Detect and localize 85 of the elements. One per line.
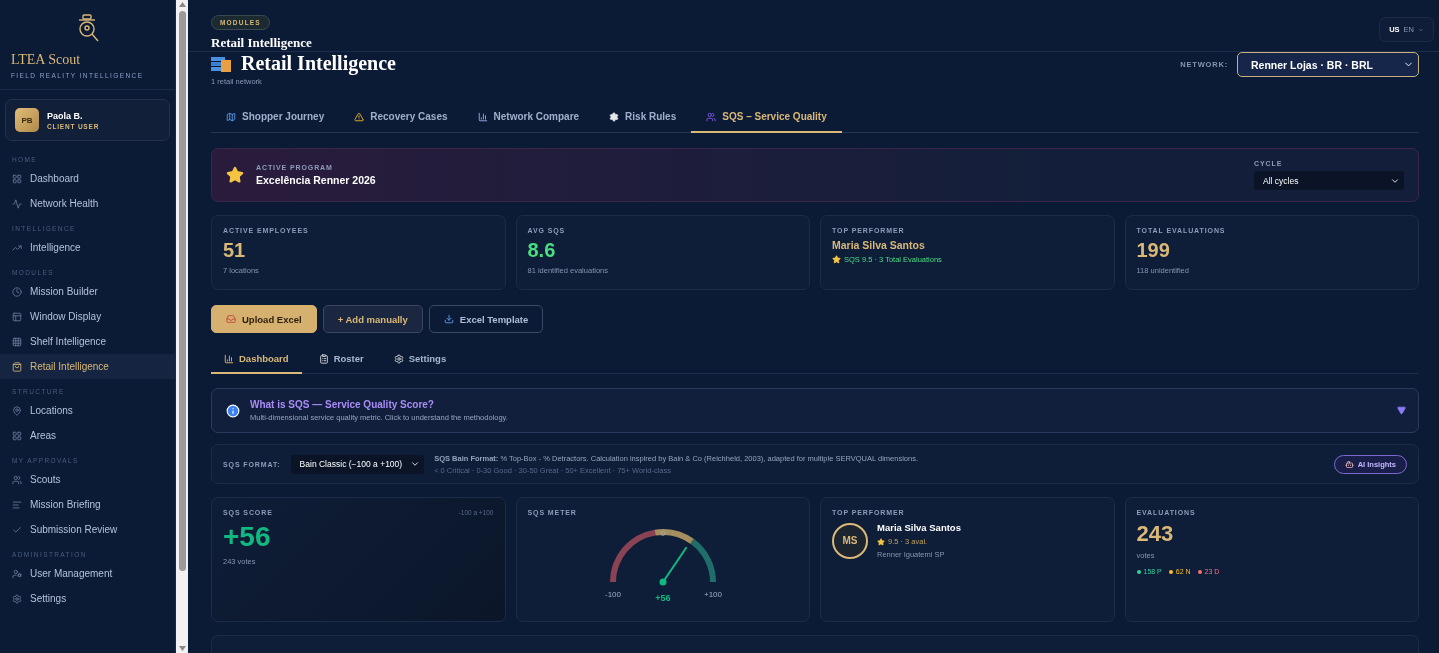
scroll-down-icon bbox=[178, 646, 186, 651]
expand-triangle-icon bbox=[1397, 406, 1406, 415]
star-icon bbox=[832, 255, 841, 264]
tab[interactable]: Shopper Journey bbox=[211, 103, 340, 133]
lines-icon bbox=[12, 499, 22, 510]
gauge-label: +100 bbox=[703, 590, 722, 599]
performer-name: Maria Silva Santos bbox=[877, 522, 961, 533]
people-icon bbox=[706, 111, 717, 122]
books-icon bbox=[211, 54, 233, 73]
user-name: Paola B. bbox=[47, 110, 84, 121]
gauge-label: -100 bbox=[604, 590, 621, 599]
user-avatar: PB bbox=[15, 108, 39, 132]
nav-item[interactable]: Retail Intelligence bbox=[0, 354, 175, 379]
scrollbar[interactable] bbox=[176, 0, 188, 653]
gear-icon bbox=[609, 111, 620, 122]
clipboard-icon bbox=[318, 353, 329, 364]
nav-item[interactable]: Window Display bbox=[0, 304, 175, 329]
performer-avatar: MS bbox=[832, 522, 868, 559]
nav-item[interactable]: Areas bbox=[0, 423, 175, 448]
stat-value: 51 bbox=[223, 239, 247, 262]
format-select[interactable]: Bain Classic (−100 a +100) bbox=[290, 454, 425, 474]
panel-icon bbox=[12, 311, 22, 322]
sub-tab[interactable]: Settings bbox=[380, 347, 460, 374]
tab[interactable]: Network Compare bbox=[462, 103, 595, 133]
info-title: What is SQS — Service Quality Score? bbox=[250, 399, 435, 410]
nav-item[interactable]: User Management bbox=[0, 561, 175, 586]
tab[interactable]: SQS – Service Quality bbox=[691, 103, 842, 133]
star-icon bbox=[877, 537, 885, 546]
gear-icon bbox=[393, 353, 404, 364]
sub-tab[interactable]: Roster bbox=[305, 347, 377, 374]
evaluations-value: 243 bbox=[1136, 521, 1175, 547]
stat-value: 8.6 bbox=[527, 239, 557, 262]
page-title: Retail Intelligence bbox=[211, 52, 396, 75]
tab[interactable]: Recovery Cases bbox=[339, 103, 463, 133]
trend-icon bbox=[12, 242, 22, 253]
robot-icon bbox=[1344, 459, 1354, 469]
bag-icon bbox=[12, 361, 22, 372]
pin-icon bbox=[12, 405, 22, 416]
score-value: +56 bbox=[223, 521, 272, 553]
action-button[interactable]: Upload Excel bbox=[211, 305, 317, 333]
nav-item[interactable]: Mission Builder bbox=[0, 279, 175, 304]
nav-item[interactable]: Network Health bbox=[0, 191, 175, 216]
nav-item[interactable]: Scouts bbox=[0, 467, 175, 492]
grid-icon bbox=[12, 430, 22, 441]
star-icon bbox=[226, 166, 244, 184]
gauge-reading: +56 bbox=[655, 593, 671, 603]
tab[interactable]: Risk Rules bbox=[594, 103, 692, 133]
user-icon bbox=[12, 568, 22, 579]
nav-item[interactable]: Settings bbox=[0, 586, 175, 611]
clock-icon bbox=[12, 286, 22, 297]
action-button[interactable]: + Add manually bbox=[322, 305, 423, 333]
nav-item[interactable]: Locations bbox=[0, 398, 175, 423]
stat-value: 199 bbox=[1136, 239, 1171, 262]
check-icon bbox=[12, 524, 22, 535]
stat-value: Maria Silva Santos bbox=[832, 239, 926, 251]
breadcrumb-title: Retail Intelligence bbox=[211, 35, 312, 51]
bar-chart-icon bbox=[477, 111, 488, 122]
nav-item[interactable]: Submission Review bbox=[0, 517, 175, 542]
settings-icon bbox=[12, 593, 22, 604]
download-icon bbox=[443, 314, 454, 324]
gauge-label: 0 bbox=[660, 529, 665, 538]
caret-icon bbox=[1418, 26, 1424, 33]
cycle-select[interactable]: All cycles bbox=[1254, 171, 1404, 190]
brand-title: LTEA Scout bbox=[11, 52, 82, 68]
nav-item[interactable]: Mission Briefing bbox=[0, 492, 175, 517]
nav-item[interactable]: Dashboard bbox=[0, 166, 175, 191]
info-icon bbox=[226, 403, 240, 418]
warning-icon bbox=[354, 111, 365, 122]
scroll-up-icon bbox=[178, 2, 186, 7]
action-button[interactable]: Excel Template bbox=[428, 305, 544, 333]
program-name: Excelência Renner 2026 bbox=[256, 174, 376, 186]
gauge-needle bbox=[659, 546, 688, 586]
chevron-icon bbox=[410, 459, 421, 469]
scroll-thumb[interactable] bbox=[178, 11, 186, 571]
nav-item[interactable]: Shelf Intelligence bbox=[0, 329, 175, 354]
grid-icon bbox=[12, 336, 22, 347]
sub-tab[interactable]: Dashboard bbox=[211, 347, 302, 374]
bar-chart-icon bbox=[224, 353, 234, 364]
nav-item[interactable]: Intelligence bbox=[0, 235, 175, 260]
inbox-icon bbox=[226, 314, 236, 324]
pulse-icon bbox=[12, 198, 22, 209]
network-select[interactable]: Renner Lojas · BR · BRL bbox=[1237, 52, 1419, 77]
people-icon bbox=[12, 474, 22, 485]
grid-icon bbox=[12, 173, 22, 184]
map-icon bbox=[226, 111, 236, 122]
